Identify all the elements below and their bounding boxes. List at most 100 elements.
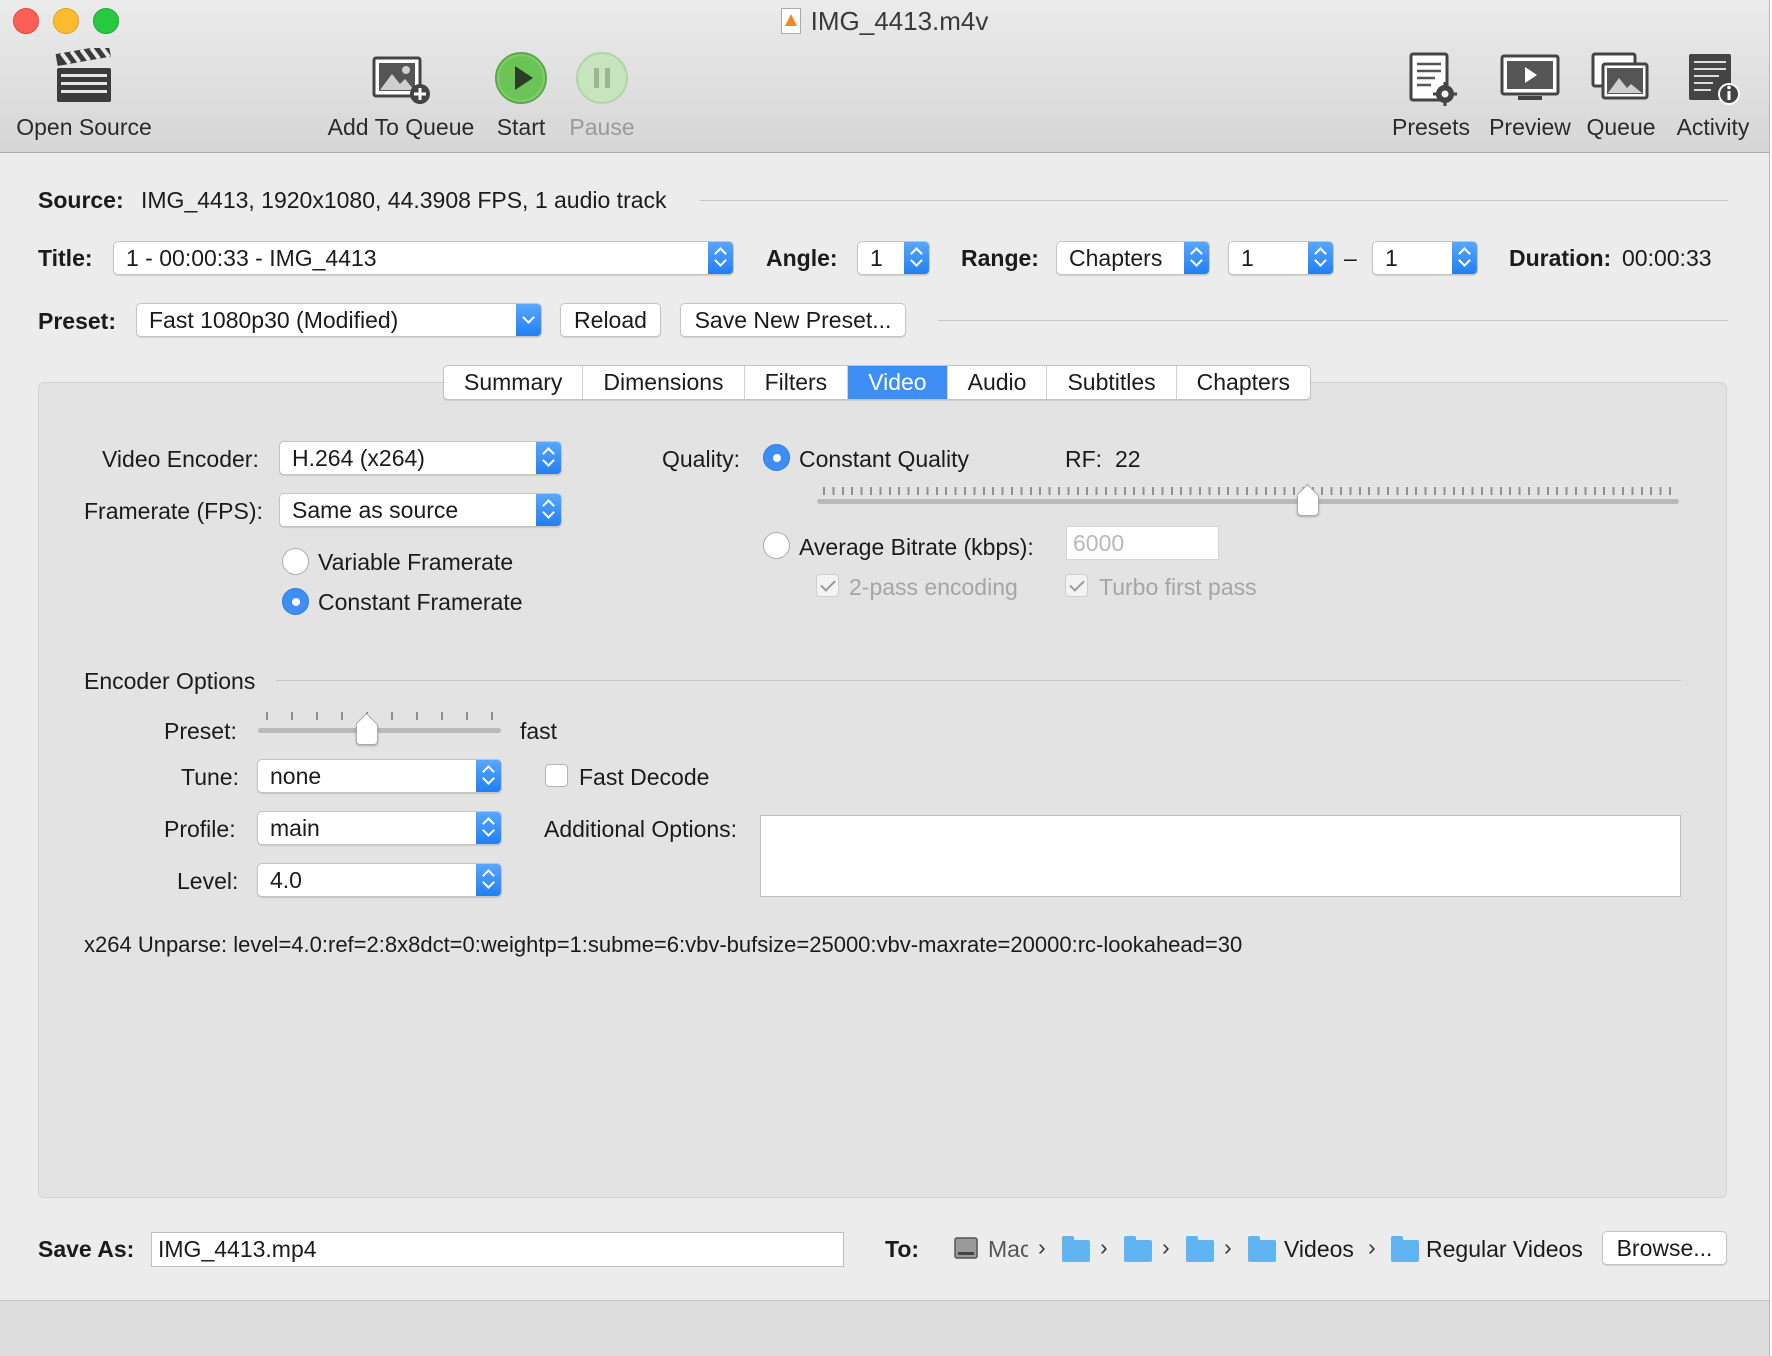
path-chevron-icon: › [1100, 1234, 1108, 1260]
browse-button[interactable]: Browse... [1602, 1231, 1727, 1265]
variable-framerate-radio[interactable] [282, 548, 309, 575]
tab-video[interactable]: Video [848, 366, 948, 399]
chevron-down-icon [516, 304, 541, 336]
angle-popup[interactable]: 1 [857, 241, 930, 275]
reload-button[interactable]: Reload [560, 303, 661, 337]
folder-icon[interactable] [1124, 1236, 1152, 1262]
folder-icon[interactable] [1248, 1236, 1276, 1262]
tune-popup[interactable]: none [257, 759, 502, 793]
encoder-preset-slider-track[interactable] [258, 728, 501, 733]
tab-dimensions[interactable]: Dimensions [583, 366, 745, 399]
tab-subtitles[interactable]: Subtitles [1047, 366, 1177, 399]
average-bitrate-radio[interactable] [763, 532, 790, 559]
encoder-preset-slider-ticks [266, 712, 496, 720]
start-button[interactable]: Start [488, 48, 554, 141]
add-photo-icon [372, 56, 430, 104]
chevron-updown-icon [1452, 242, 1477, 274]
tab-bar: Summary Dimensions Filters Video Audio S… [443, 365, 1311, 400]
queue-photos-icon [1591, 52, 1649, 100]
presets-button[interactable]: Presets [1390, 48, 1472, 141]
rf-slider-track[interactable] [817, 499, 1679, 504]
queue-button[interactable]: Queue [1584, 48, 1658, 141]
folder-icon[interactable] [1062, 1236, 1090, 1262]
turbo-first-pass-label: Turbo first pass [1099, 574, 1257, 600]
duration-label: Duration: [1509, 245, 1612, 271]
rf-value: 22 [1115, 446, 1141, 472]
angle-label: Angle: [766, 245, 838, 271]
profile-label: Profile: [164, 816, 236, 842]
constant-framerate-radio[interactable] [282, 588, 309, 615]
destination-label: To: [885, 1236, 920, 1262]
chevron-updown-icon [708, 242, 733, 274]
chevron-updown-icon [476, 864, 501, 896]
turbo-first-pass-checkbox[interactable] [1065, 574, 1088, 597]
fast-decode-checkbox[interactable] [545, 764, 568, 787]
path-chevron-icon: › [1038, 1234, 1046, 1260]
x264-unparse-text: x264 Unparse: level=4.0:ref=2:8x8dct=0:w… [84, 932, 1243, 957]
preset-divider [938, 320, 1728, 321]
chevron-updown-icon [536, 442, 561, 474]
tab-filters[interactable]: Filters [745, 366, 849, 399]
tab-audio[interactable]: Audio [948, 366, 1048, 399]
status-bar [0, 1300, 1769, 1356]
chevron-updown-icon [1308, 242, 1333, 274]
rf-label: RF: [1065, 446, 1103, 472]
encoder-preset-value: fast [520, 718, 558, 744]
chevron-updown-icon [1184, 242, 1209, 274]
additional-options-input[interactable] [760, 815, 1681, 897]
tab-summary[interactable]: Summary [444, 366, 584, 399]
range-end-popup[interactable]: 1 [1372, 241, 1478, 275]
duration-value: 00:00:33 [1622, 245, 1712, 271]
profile-popup[interactable]: main [257, 811, 502, 845]
encoder-preset-slider-knob[interactable] [356, 723, 379, 745]
level-popup[interactable]: 4.0 [257, 863, 502, 897]
folder-icon[interactable] [1186, 1236, 1214, 1262]
chevron-updown-icon [536, 494, 561, 526]
rf-slider-ticks [823, 487, 1675, 495]
average-bitrate-label: Average Bitrate (kbps): [799, 534, 1034, 560]
encoder-preset-label: Preset: [164, 718, 237, 744]
video-encoder-label: Video Encoder: [102, 446, 259, 472]
pause-button[interactable]: Pause [566, 48, 638, 141]
source-label: Source: [38, 187, 124, 213]
quality-label: Quality: [662, 446, 740, 472]
fast-decode-label: Fast Decode [579, 764, 710, 790]
vlc-document-icon [780, 8, 801, 34]
encoder-options-heading: Encoder Options [84, 668, 256, 694]
title-popup[interactable]: 1 - 00:00:33 - IMG_4413 [113, 241, 734, 275]
save-new-preset-button[interactable]: Save New Preset... [680, 303, 906, 337]
chevron-updown-icon [476, 812, 501, 844]
constant-framerate-label: Constant Framerate [318, 589, 523, 615]
path-chevron-icon: › [1368, 1234, 1376, 1260]
variable-framerate-label: Variable Framerate [318, 549, 514, 575]
handbrake-window: IMG_4413.m4v Open Source Add To Queue St… [0, 0, 1770, 1356]
save-as-input[interactable]: IMG_4413.mp4 [151, 1232, 844, 1267]
window-title: IMG_4413.m4v [0, 6, 1769, 37]
preview-button[interactable]: Preview [1486, 48, 1574, 141]
open-source-button[interactable]: Open Source [14, 48, 154, 141]
source-divider [700, 200, 1728, 201]
range-start-popup[interactable]: 1 [1228, 241, 1334, 275]
path-folder-regular-videos[interactable]: Regular Videos [1426, 1236, 1583, 1263]
path-disk[interactable]: Mac [988, 1236, 1028, 1263]
framerate-popup[interactable]: Same as source [279, 493, 562, 527]
tab-chapters[interactable]: Chapters [1177, 366, 1310, 399]
save-as-label: Save As: [38, 1236, 135, 1262]
folder-icon[interactable] [1391, 1236, 1419, 1262]
constant-quality-radio[interactable] [763, 444, 790, 471]
source-info: IMG_4413, 1920x1080, 44.3908 FPS, 1 audi… [141, 187, 667, 213]
path-folder-videos[interactable]: Videos [1284, 1236, 1354, 1263]
video-encoder-popup[interactable]: H.264 (x264) [279, 441, 562, 475]
activity-button[interactable]: Activity [1670, 48, 1756, 141]
two-pass-checkbox[interactable] [816, 574, 839, 597]
add-to-queue-button[interactable]: Add To Queue [326, 48, 476, 141]
clapperboard-icon [55, 48, 111, 102]
play-icon [495, 52, 547, 104]
rf-slider-knob[interactable] [1297, 494, 1320, 516]
preset-popup[interactable]: Fast 1080p30 (Modified) [136, 303, 542, 337]
range-type-popup[interactable]: Chapters [1056, 241, 1210, 275]
pause-icon [576, 52, 628, 104]
chevron-updown-icon [904, 242, 929, 274]
title-label: Title: [38, 245, 93, 271]
bitrate-input[interactable]: 6000 [1066, 526, 1219, 560]
